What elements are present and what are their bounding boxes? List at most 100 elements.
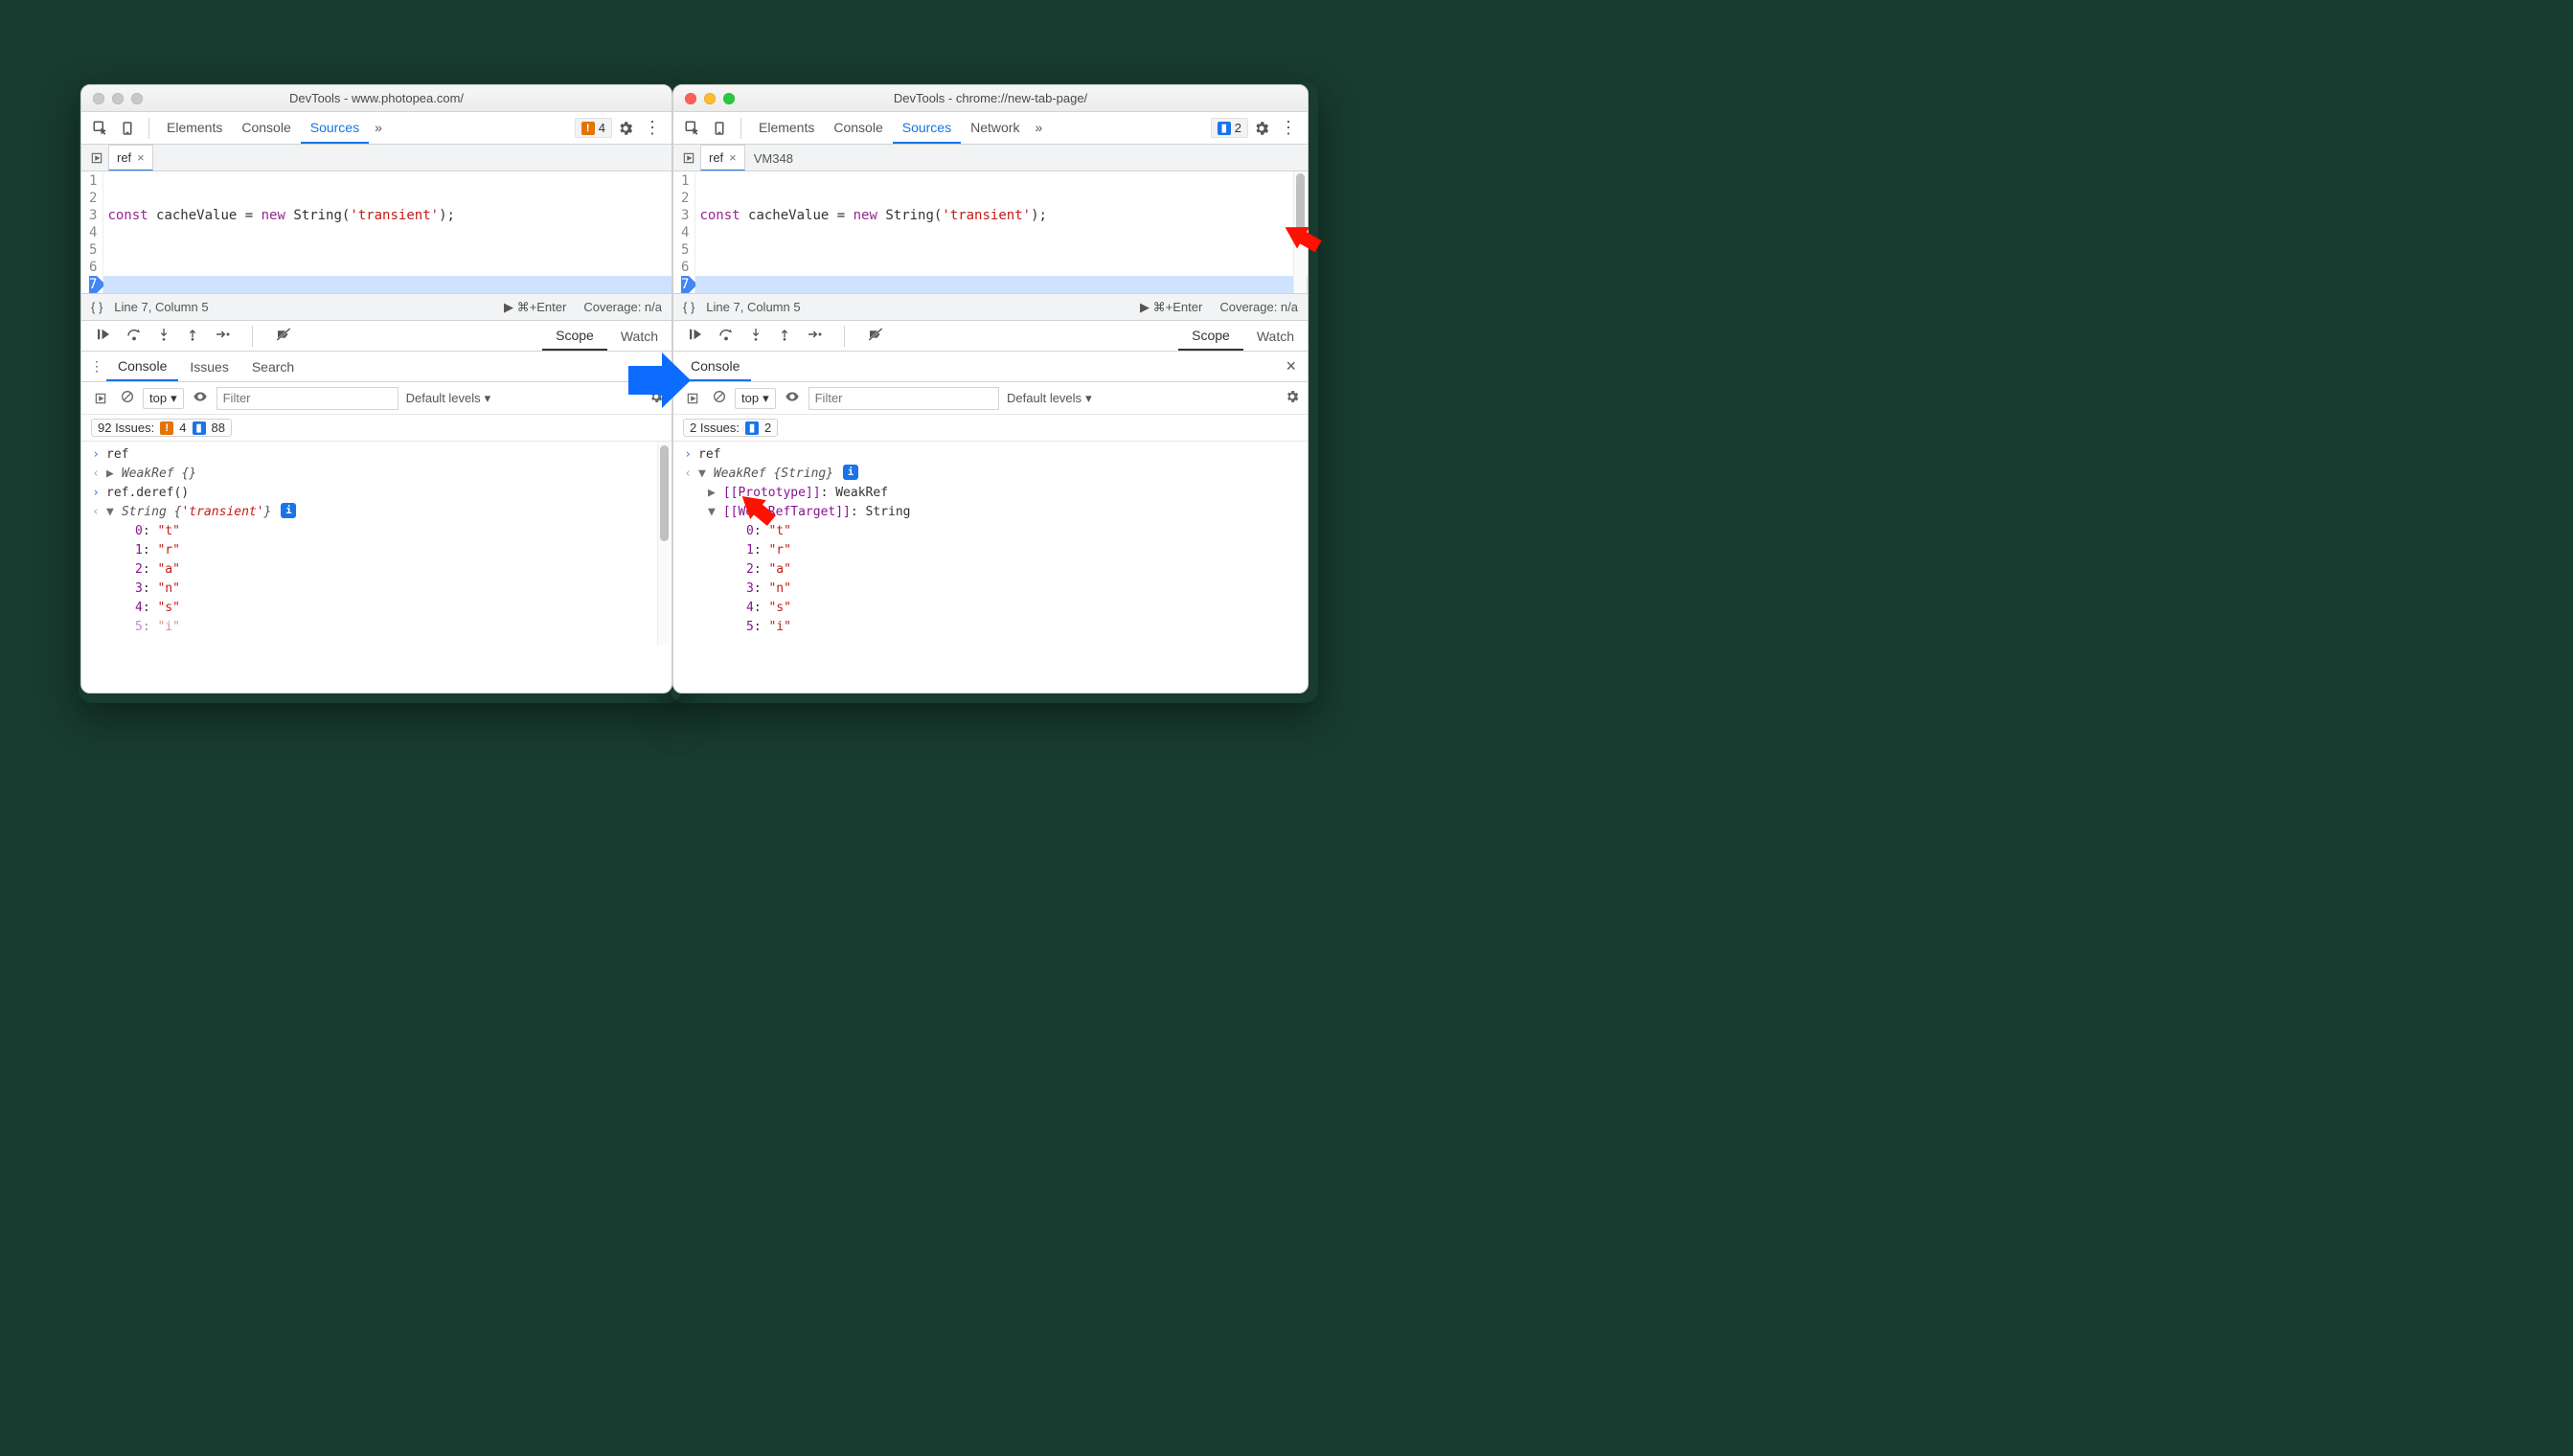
file-tab-ref[interactable]: ref × — [700, 145, 745, 171]
console-toolbar: top▾ Default levels▾ — [81, 382, 672, 415]
resume-icon[interactable] — [95, 326, 112, 347]
file-tab-vm[interactable]: VM348 — [745, 145, 802, 171]
device-icon[interactable] — [706, 115, 733, 142]
main-tabs: Elements Console Sources Network » ▮ 2 ⋮ — [673, 112, 1308, 145]
deactivate-breakpoints-icon[interactable] — [866, 326, 885, 347]
zoom-light[interactable] — [723, 93, 735, 104]
settings-icon[interactable] — [612, 115, 639, 142]
info-badge-icon[interactable]: i — [843, 465, 858, 480]
clear-console-icon[interactable] — [120, 389, 135, 407]
context-selector[interactable]: top▾ — [143, 388, 184, 409]
info-badge-icon[interactable]: i — [281, 503, 296, 518]
kebab-icon[interactable]: ⋮ — [1275, 115, 1302, 142]
context-selector[interactable]: top▾ — [735, 388, 776, 409]
scope-tab[interactable]: Scope — [1178, 321, 1243, 351]
step-icon[interactable] — [214, 326, 231, 347]
coverage-status[interactable]: Coverage: n/a — [1219, 300, 1298, 314]
run-hint[interactable]: ▶ ⌘+Enter — [504, 300, 566, 315]
tab-elements[interactable]: Elements — [749, 112, 824, 144]
step-over-icon[interactable] — [717, 326, 735, 347]
drawer-tab-console[interactable]: Console — [106, 352, 178, 381]
console-output[interactable]: ›ref ‹▼WeakRef {String}i ▶[[Prototype]]:… — [673, 442, 1308, 645]
step-out-icon[interactable] — [777, 326, 792, 347]
info-icon: ▮ — [1218, 122, 1231, 135]
issues-indicator[interactable]: ! 4 — [575, 118, 612, 138]
console-output[interactable]: ›ref ‹▶WeakRef {} ›ref.deref() ‹▼String … — [81, 442, 672, 645]
filter-input[interactable] — [808, 387, 999, 410]
step-out-icon[interactable] — [185, 326, 200, 347]
step-into-icon[interactable] — [748, 326, 763, 347]
warning-icon: ! — [160, 421, 173, 435]
live-expression-icon[interactable] — [784, 389, 801, 407]
log-levels[interactable]: Default levels▾ — [406, 391, 491, 406]
console-settings-icon[interactable] — [1285, 389, 1300, 407]
zoom-light[interactable] — [131, 93, 143, 104]
close-icon[interactable]: × — [137, 150, 145, 165]
minimize-light[interactable] — [704, 93, 716, 104]
console-output-weakref[interactable]: WeakRef {String} — [714, 465, 833, 484]
main-tabs: Elements Console Sources » ! 4 ⋮ — [81, 112, 672, 145]
devtools-window-right: DevTools - chrome://new-tab-page/ Elemen… — [672, 84, 1309, 694]
step-into-icon[interactable] — [156, 326, 171, 347]
navigator-icon[interactable] — [677, 151, 700, 165]
console-output-string[interactable]: String {'transient'} — [122, 503, 272, 522]
navigator-icon[interactable] — [85, 151, 108, 165]
titlebar[interactable]: DevTools - chrome://new-tab-page/ — [673, 85, 1308, 112]
code-editor[interactable]: 1 2 3 4 5 6 7 const cacheValue = new Str… — [673, 171, 1308, 294]
close-icon[interactable]: × — [729, 150, 737, 165]
live-expression-icon[interactable] — [192, 389, 209, 407]
code-body: const cacheValue = new String('transient… — [103, 171, 672, 293]
tab-console[interactable]: Console — [824, 112, 892, 144]
issues-summary[interactable]: 2 Issues: ▮2 — [683, 419, 778, 437]
settings-icon[interactable] — [1248, 115, 1275, 142]
editor-statusbar: { } Line 7, Column 5 ▶ ⌘+Enter Coverage:… — [673, 294, 1308, 321]
minimize-light[interactable] — [112, 93, 124, 104]
issues-count: 4 — [599, 121, 605, 135]
tab-sources[interactable]: Sources — [893, 112, 961, 144]
file-tabs: ref × — [81, 145, 672, 171]
issues-summary[interactable]: 92 Issues: !4 ▮88 — [91, 419, 232, 437]
scope-tab[interactable]: Scope — [542, 321, 607, 351]
inspect-icon[interactable] — [87, 115, 114, 142]
braces-icon[interactable]: { } — [683, 300, 694, 314]
issues-bar: 2 Issues: ▮2 — [673, 415, 1308, 442]
cursor-position: Line 7, Column 5 — [114, 300, 208, 314]
titlebar[interactable]: DevTools - www.photopea.com/ — [81, 85, 672, 112]
code-editor[interactable]: 1 2 3 4 5 6 7 const cacheValue = new Str… — [81, 171, 672, 294]
drawer-tab-search[interactable]: Search — [240, 352, 306, 381]
clear-console-icon[interactable] — [712, 389, 727, 407]
file-tab-ref[interactable]: ref × — [108, 145, 153, 171]
inspect-icon[interactable] — [679, 115, 706, 142]
tab-network[interactable]: Network — [961, 112, 1029, 144]
console-toolbar: top▾ Default levels▾ — [673, 382, 1308, 415]
device-icon[interactable] — [114, 115, 141, 142]
close-light[interactable] — [685, 93, 696, 104]
sidebar-toggle-icon[interactable] — [89, 392, 112, 405]
tab-more[interactable]: » — [1029, 112, 1048, 144]
run-hint[interactable]: ▶ ⌘+Enter — [1140, 300, 1202, 315]
deactivate-breakpoints-icon[interactable] — [274, 326, 293, 347]
resume-icon[interactable] — [687, 326, 704, 347]
log-levels[interactable]: Default levels▾ — [1007, 391, 1092, 406]
tab-more[interactable]: » — [369, 112, 388, 144]
kebab-icon[interactable]: ⋮ — [639, 115, 666, 142]
coverage-status[interactable]: Coverage: n/a — [583, 300, 662, 314]
issues-count: 2 — [1235, 121, 1241, 135]
close-light[interactable] — [93, 93, 104, 104]
console-input-ref: ref — [698, 445, 720, 465]
braces-icon[interactable]: { } — [91, 300, 102, 314]
watch-tab[interactable]: Watch — [1243, 321, 1308, 351]
filter-input[interactable] — [216, 387, 398, 410]
step-over-icon[interactable] — [125, 326, 143, 347]
drawer-close-icon[interactable]: × — [1274, 356, 1308, 376]
tab-console[interactable]: Console — [232, 112, 300, 144]
drawer-tab-issues[interactable]: Issues — [178, 352, 239, 381]
drawer-kebab-icon[interactable]: ⋮ — [87, 353, 106, 380]
console-input-deref: ref.deref() — [106, 484, 189, 503]
watch-tab[interactable]: Watch — [607, 321, 672, 351]
issues-indicator[interactable]: ▮ 2 — [1211, 118, 1248, 138]
tab-elements[interactable]: Elements — [157, 112, 232, 144]
step-icon[interactable] — [806, 326, 823, 347]
console-output-weakref[interactable]: WeakRef {} — [122, 465, 196, 484]
tab-sources[interactable]: Sources — [301, 112, 369, 144]
